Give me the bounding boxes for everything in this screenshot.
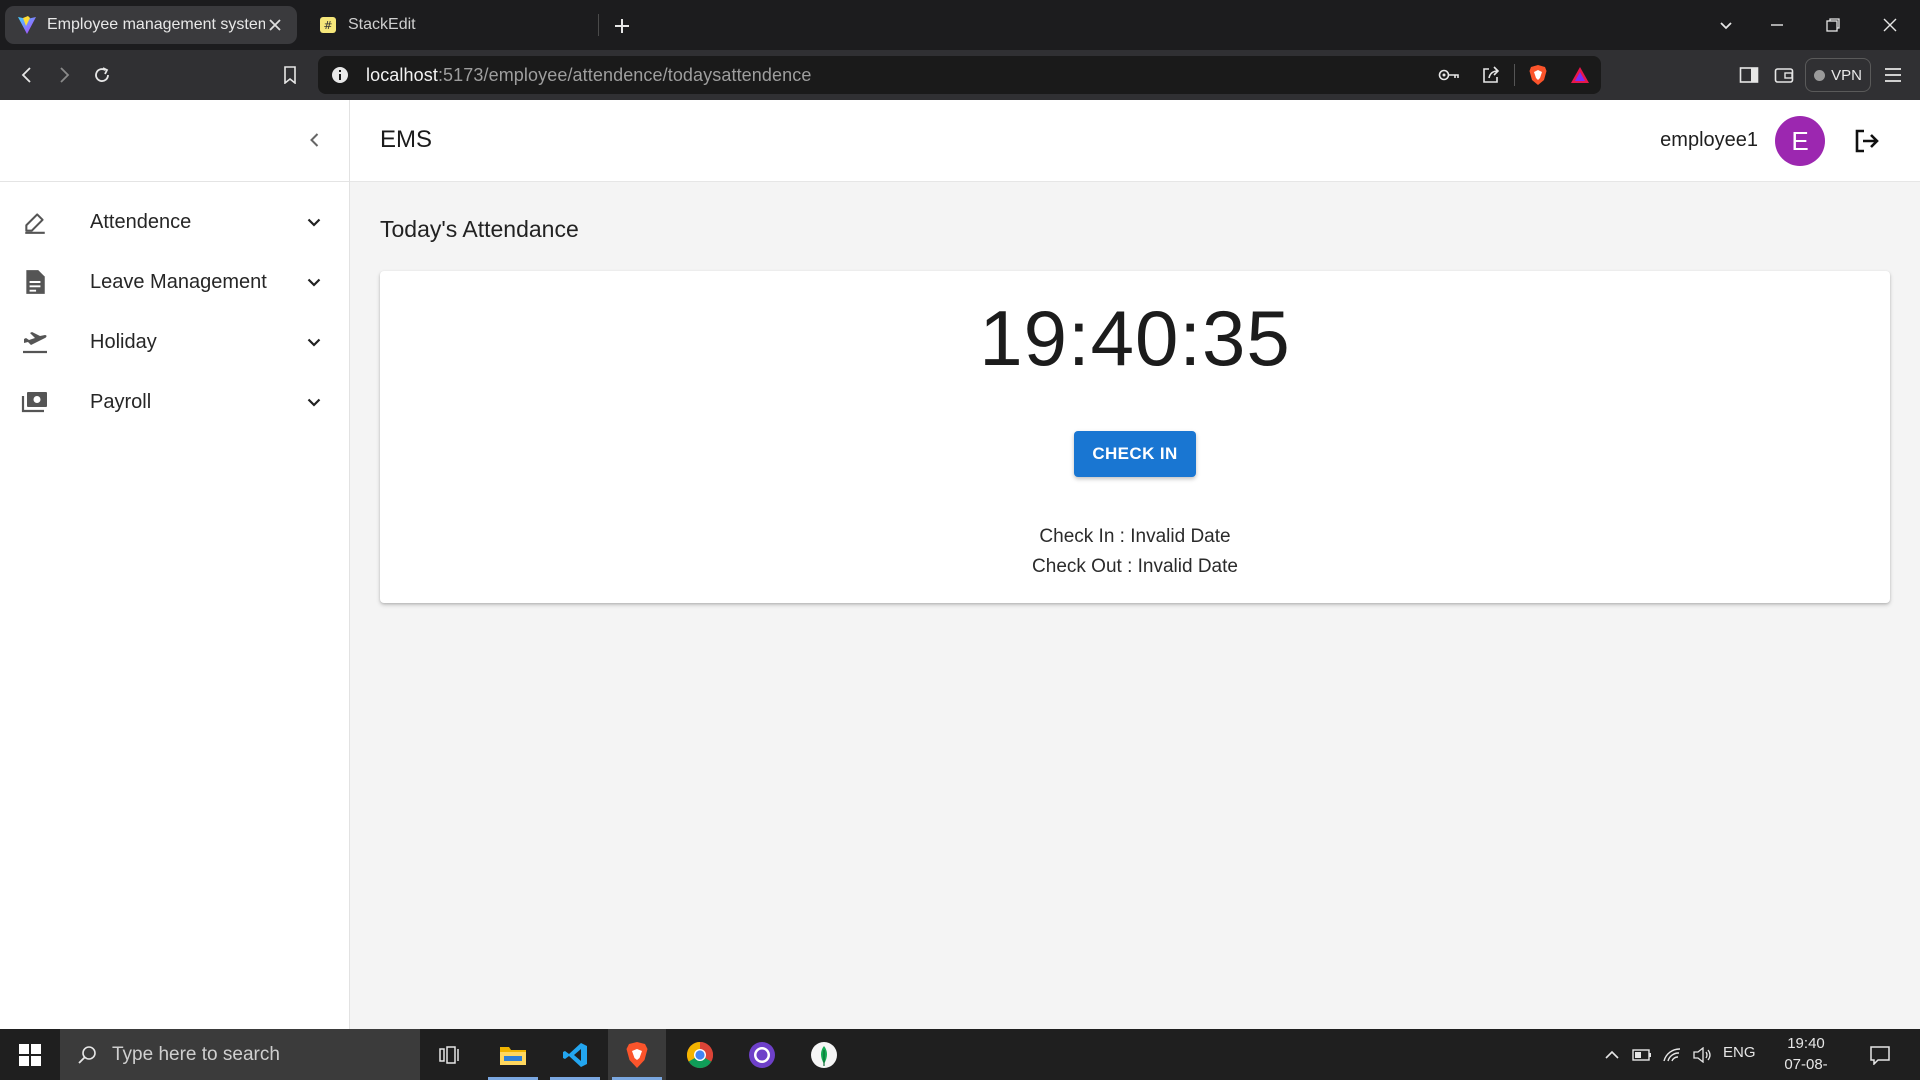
tab-separator [598,14,599,36]
tab-stackedit[interactable]: # StackEdit [306,6,598,44]
sidebar-item-holiday[interactable]: Holiday [0,312,349,372]
browser-tabstrip: Employee management system # StackEdit [0,0,1920,50]
wifi-icon[interactable] [1660,1029,1684,1080]
vpn-button[interactable]: VPN [1805,58,1871,92]
sidebar-item-label: Payroll [90,390,152,413]
tab-title: StackEdit [348,16,416,33]
windows-start-icon[interactable] [0,1029,60,1080]
app-viewport: Attendence Leave Management Holiday Payr… [0,100,1920,1029]
browser-toolbar: localhost:5173/employee/attendence/today… [0,50,1920,100]
vscode-icon[interactable] [546,1029,604,1080]
taskbar-clock[interactable]: 19:40 07-08-2024 [1770,1033,1842,1080]
taskbar-search-box[interactable]: Type here to search [60,1029,420,1080]
chevron-down-icon[interactable] [300,268,328,296]
avatar[interactable]: E [1775,116,1825,166]
sidebar-header [0,100,349,182]
sidebar-item-attendence[interactable]: Attendence [0,192,349,252]
app-brand: EMS [380,126,433,153]
vpn-status-icon [1814,69,1826,81]
chevron-down-icon[interactable] [300,388,328,416]
payments-icon [20,387,50,417]
svg-text:#: # [323,19,332,32]
notification-center-icon[interactable] [1866,1041,1894,1069]
back-arrow-icon[interactable] [14,62,40,88]
volume-icon[interactable] [1690,1029,1714,1080]
sidebar-item-label: Leave Management [90,270,267,293]
bookmark-icon[interactable] [277,62,303,88]
taskbar-time: 19:40 [1787,1035,1825,1052]
brave-browser-icon[interactable] [608,1029,666,1080]
address-bar[interactable]: localhost:5173/employee/attendence/today… [318,56,1601,94]
collapse-sidebar-chevron-left-icon[interactable] [300,125,330,155]
show-hidden-icons-chevron-up-icon[interactable] [1600,1029,1624,1080]
site-info-icon[interactable] [328,63,352,87]
divider [1514,64,1515,86]
app-header: EMS employee1 E [350,100,1920,182]
sidebar-item-leave-management[interactable]: Leave Management [0,252,349,312]
password-key-icon[interactable] [1428,56,1470,94]
chevron-down-icon[interactable] [300,208,328,236]
reload-icon[interactable] [89,62,115,88]
battery-icon[interactable] [1630,1029,1654,1080]
chevron-down-icon[interactable] [300,328,328,356]
page-title: Today's Attendance [380,216,579,242]
flight-takeoff-icon [20,327,50,357]
restore-icon[interactable] [1820,12,1846,38]
search-placeholder: Type here to search [112,1043,280,1065]
windows-taskbar: Type here to search ENG 19:40 07-08-2024 [0,1029,1920,1080]
pencil-icon [20,207,50,237]
document-icon [20,267,50,297]
avatar-initial: E [1791,125,1809,156]
attendance-card: 19:40:35 CHECK IN Check In : Invalid Dat… [380,271,1890,603]
logout-icon[interactable] [1849,124,1883,158]
search-icon [74,1042,100,1068]
close-tab-icon[interactable] [265,15,285,35]
chrome-icon[interactable] [671,1029,729,1080]
taskbar-date: 07-08-2024 [1784,1056,1828,1080]
sidebar-item-label: Holiday [90,330,157,353]
share-icon[interactable] [1470,56,1512,94]
github-desktop-icon[interactable] [733,1029,791,1080]
check-in-button[interactable]: CHECK IN [1074,431,1196,477]
brave-rewards-icon[interactable] [1559,56,1601,94]
minimize-icon[interactable] [1764,12,1790,38]
sidebar-item-payroll[interactable]: Payroll [0,372,349,432]
task-view-icon[interactable] [421,1029,479,1080]
input-language[interactable]: ENG [1723,1044,1756,1061]
new-tab-plus-icon[interactable] [609,13,635,39]
live-clock: 19:40:35 [979,294,1291,382]
mongodb-compass-icon[interactable] [795,1029,853,1080]
menu-icon[interactable] [1880,62,1906,88]
brave-shields-icon[interactable] [1517,56,1559,94]
vpn-label: VPN [1831,66,1862,84]
check-in-status: Check In : Invalid Date [1039,526,1231,547]
forward-arrow-icon[interactable] [51,62,77,88]
username-label: employee1 [1660,129,1758,151]
close-window-icon[interactable] [1877,12,1903,38]
stackedit-favicon-icon: # [318,15,338,35]
file-explorer-icon[interactable] [484,1029,542,1080]
tab-employee-management[interactable]: Employee management system [5,6,297,44]
sidebar-item-label: Attendence [90,210,192,233]
vite-favicon-icon [17,15,37,35]
sidebar: Attendence Leave Management Holiday Payr… [0,100,350,1029]
check-out-status: Check Out : Invalid Date [1032,556,1238,577]
tab-search-chevron-icon[interactable] [1713,12,1739,38]
url-text: localhost:5173/employee/attendence/today… [366,64,812,85]
sidebar-toggle-icon[interactable] [1736,62,1762,88]
wallet-icon[interactable] [1771,62,1797,88]
tab-title: Employee management system [47,16,265,33]
